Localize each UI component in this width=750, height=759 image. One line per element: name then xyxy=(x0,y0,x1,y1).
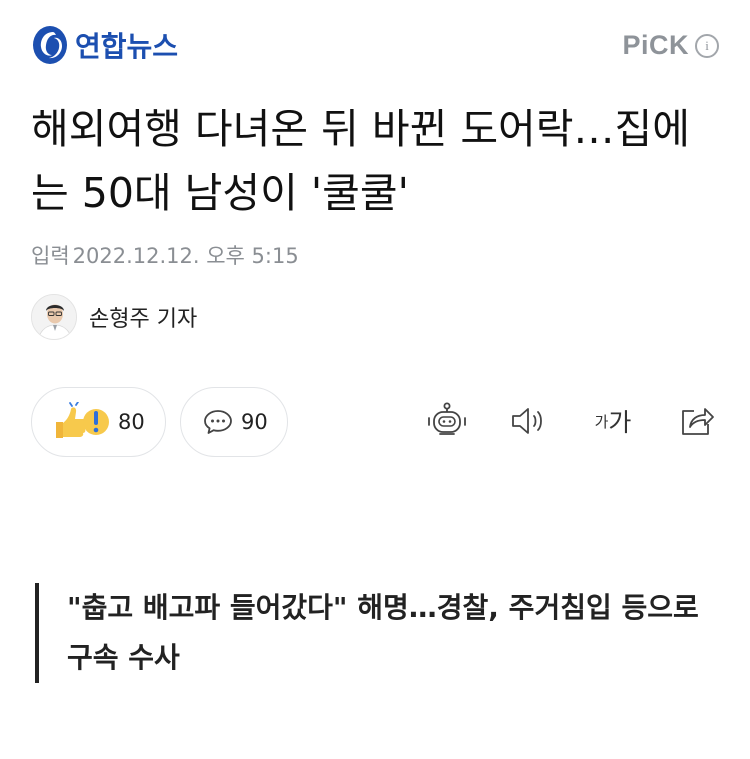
reporter-name[interactable]: 손형주 기자 xyxy=(89,301,197,333)
font-small-label: 가 xyxy=(594,412,609,431)
press-logo[interactable]: 연합뉴스 xyxy=(31,24,178,66)
summary-button[interactable] xyxy=(424,399,470,443)
comment-bubble-icon xyxy=(204,410,232,434)
reaction-emoji-icon xyxy=(56,402,109,438)
top-bar: 연합뉴스 PiCK i xyxy=(0,0,750,90)
reporter-photo-icon xyxy=(32,295,76,339)
pick-badge[interactable]: PiCK i xyxy=(622,30,719,61)
brand-name: 연합뉴스 xyxy=(75,30,179,63)
article-subheading: "춥고 배고파 들어갔다" 해명…경찰, 주거침입 등으로 구속 수사 xyxy=(35,583,715,683)
pick-label: PiCK xyxy=(622,30,689,60)
speaker-icon xyxy=(512,408,542,434)
summary-bot-icon xyxy=(428,402,466,435)
share-button[interactable] xyxy=(675,399,719,443)
reaction-button[interactable]: 80 xyxy=(31,387,166,457)
like-count: 80 xyxy=(118,410,145,434)
subheading-text: "춥고 배고파 들어갔다" 해명…경찰, 주거침입 등으로 구속 수사 xyxy=(67,591,699,674)
info-icon[interactable]: i xyxy=(695,33,719,58)
comment-button[interactable]: 90 xyxy=(180,387,288,457)
yonhap-logo-icon xyxy=(33,26,67,64)
date-value: 2022.12.12. 오후 5:15 xyxy=(72,244,299,268)
article-date: 입력 2022.12.12. 오후 5:15 xyxy=(31,240,299,270)
date-label: 입력 xyxy=(31,244,70,268)
font-big-label: 가 xyxy=(608,408,632,437)
share-icon xyxy=(682,408,714,435)
article-title: 해외여행 다녀온 뒤 바뀐 도어락…집에는 50대 남성이 '쿨쿨' xyxy=(31,105,690,217)
comment-count: 90 xyxy=(241,410,268,434)
font-size-button[interactable]: 가가 xyxy=(584,399,642,443)
reporter-info[interactable]: 손형주 기자 xyxy=(31,294,197,340)
text-to-speech-button[interactable] xyxy=(507,399,553,443)
reporter-avatar[interactable] xyxy=(31,294,77,340)
